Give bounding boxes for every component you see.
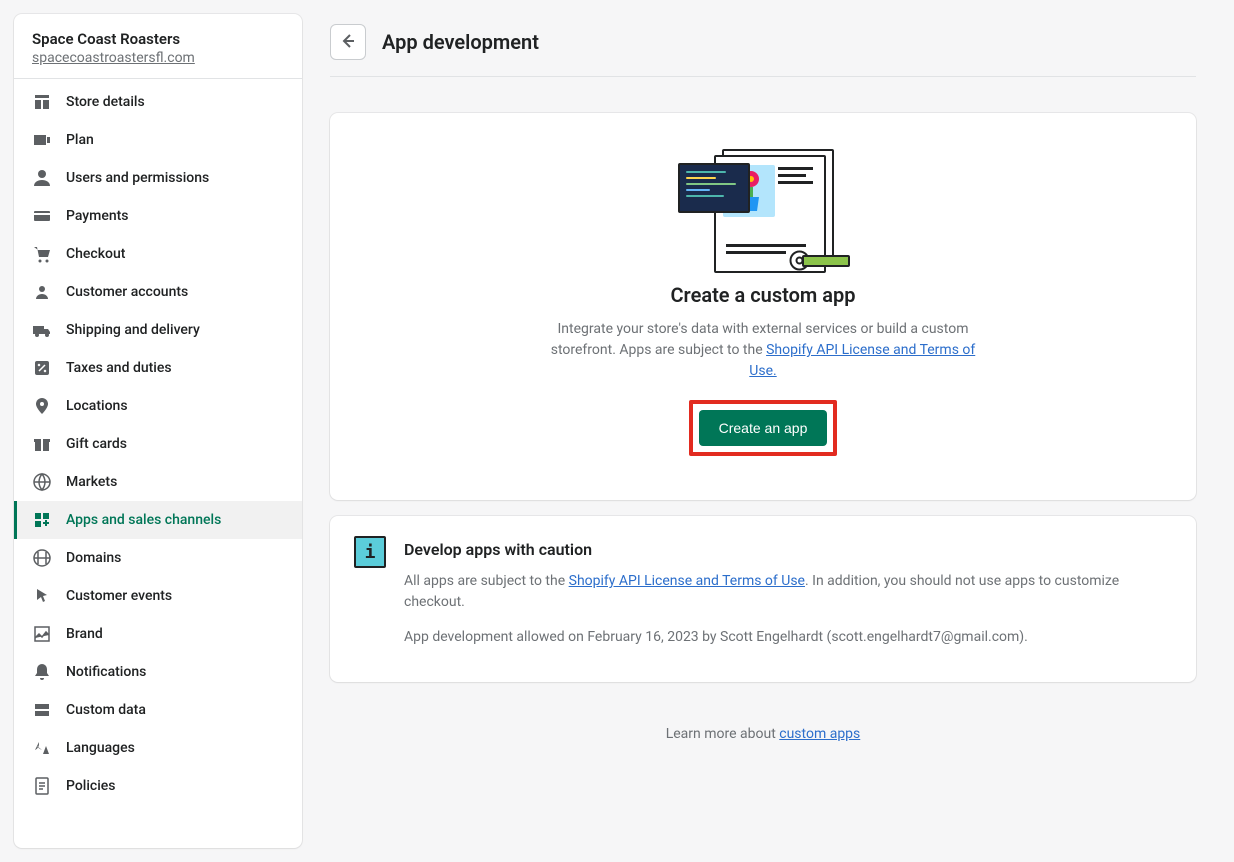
picture-icon — [32, 624, 52, 644]
sidebar-item-shipping[interactable]: Shipping and delivery — [14, 311, 302, 349]
sidebar-item-label: Plan — [66, 132, 94, 148]
sidebar-item-label: Gift cards — [66, 436, 127, 452]
payments-icon — [32, 206, 52, 226]
sidebar-item-label: Markets — [66, 474, 117, 490]
sidebar-item-label: Customer events — [66, 588, 172, 604]
stack-icon — [32, 700, 52, 720]
caution-heading: Develop apps with caution — [404, 540, 1172, 559]
info-icon: i — [354, 536, 386, 568]
main-content: App development — [330, 14, 1220, 848]
globe-icon — [32, 472, 52, 492]
footer-prefix: Learn more about — [666, 726, 780, 742]
sidebar-item-notifications[interactable]: Notifications — [14, 653, 302, 691]
document-icon — [32, 776, 52, 796]
sidebar-item-customer-events[interactable]: Customer events — [14, 577, 302, 615]
sidebar-item-payments[interactable]: Payments — [14, 197, 302, 235]
cart-icon — [32, 244, 52, 264]
sidebar-item-label: Customer accounts — [66, 284, 188, 300]
sidebar-item-taxes[interactable]: Taxes and duties — [14, 349, 302, 387]
gift-icon — [32, 434, 52, 454]
user-icon — [32, 168, 52, 188]
domain-icon — [32, 548, 52, 568]
sidebar-item-domains[interactable]: Domains — [14, 539, 302, 577]
caution-meta: App development allowed on February 16, … — [404, 627, 1172, 648]
pin-icon — [32, 396, 52, 416]
sidebar-item-label: Apps and sales channels — [66, 512, 221, 528]
sidebar-item-users[interactable]: Users and permissions — [14, 159, 302, 197]
page-header: App development — [330, 24, 1196, 77]
percent-icon — [32, 358, 52, 378]
sidebar-item-label: Checkout — [66, 246, 125, 262]
sidebar-item-label: Languages — [66, 740, 135, 756]
sidebar-nav: Store details Plan Users and permissions… — [14, 78, 302, 848]
store-icon — [32, 92, 52, 112]
sidebar-item-customer-accounts[interactable]: Customer accounts — [14, 273, 302, 311]
settings-sidebar: Space Coast Roasters spacecoastroastersf… — [14, 14, 302, 848]
sidebar-item-policies[interactable]: Policies — [14, 767, 302, 805]
sidebar-item-label: Brand — [66, 626, 103, 642]
sidebar-item-custom-data[interactable]: Custom data — [14, 691, 302, 729]
store-domain-link[interactable]: spacecoastroastersfl.com — [32, 50, 195, 66]
sidebar-item-store-details[interactable]: Store details — [14, 83, 302, 121]
sidebar-item-locations[interactable]: Locations — [14, 387, 302, 425]
page-title: App development — [382, 30, 539, 54]
sidebar-item-languages[interactable]: Languages — [14, 729, 302, 767]
grid-icon — [32, 510, 52, 530]
sidebar-item-markets[interactable]: Markets — [14, 463, 302, 501]
bell-icon — [32, 662, 52, 682]
back-button[interactable] — [330, 24, 366, 60]
api-license-link-2[interactable]: Shopify API License and Terms of Use — [569, 573, 805, 589]
create-app-button[interactable]: Create an app — [699, 410, 828, 446]
person-icon — [32, 282, 52, 302]
sidebar-item-label: Shipping and delivery — [66, 322, 200, 338]
plan-icon — [32, 130, 52, 150]
sidebar-item-label: Notifications — [66, 664, 146, 680]
app-illustration — [678, 149, 848, 269]
cursor-icon — [32, 586, 52, 606]
create-app-card: Create a custom app Integrate your store… — [330, 113, 1196, 500]
sidebar-item-label: Users and permissions — [66, 170, 209, 186]
sidebar-item-label: Taxes and duties — [66, 360, 172, 376]
sidebar-item-label: Custom data — [66, 702, 146, 718]
sidebar-item-checkout[interactable]: Checkout — [14, 235, 302, 273]
sidebar-item-label: Store details — [66, 94, 145, 110]
sidebar-item-brand[interactable]: Brand — [14, 615, 302, 653]
sidebar-item-label: Policies — [66, 778, 116, 794]
store-name: Space Coast Roasters — [32, 30, 284, 48]
caution-text: All apps are subject to the Shopify API … — [404, 571, 1172, 613]
caution-body: Develop apps with caution All apps are s… — [404, 536, 1172, 662]
api-license-link[interactable]: Shopify API License and Terms of Use. — [749, 342, 975, 379]
create-heading: Create a custom app — [670, 283, 855, 307]
custom-apps-link[interactable]: custom apps — [779, 726, 860, 742]
create-description: Integrate your store's data with externa… — [548, 319, 978, 382]
truck-icon — [32, 320, 52, 340]
learn-more-footer: Learn more about custom apps — [330, 726, 1196, 742]
language-icon — [32, 738, 52, 758]
sidebar-item-label: Locations — [66, 398, 128, 414]
sidebar-item-gift-cards[interactable]: Gift cards — [14, 425, 302, 463]
sidebar-item-apps[interactable]: Apps and sales channels — [14, 501, 302, 539]
sidebar-item-label: Domains — [66, 550, 121, 566]
sidebar-item-label: Payments — [66, 208, 129, 224]
sidebar-item-plan[interactable]: Plan — [14, 121, 302, 159]
sidebar-header: Space Coast Roasters spacecoastroastersf… — [14, 14, 302, 78]
arrow-left-icon — [338, 31, 358, 54]
caution-prefix: All apps are subject to the — [404, 573, 569, 589]
button-highlight-annotation: Create an app — [689, 400, 838, 456]
caution-card: i Develop apps with caution All apps are… — [330, 516, 1196, 682]
